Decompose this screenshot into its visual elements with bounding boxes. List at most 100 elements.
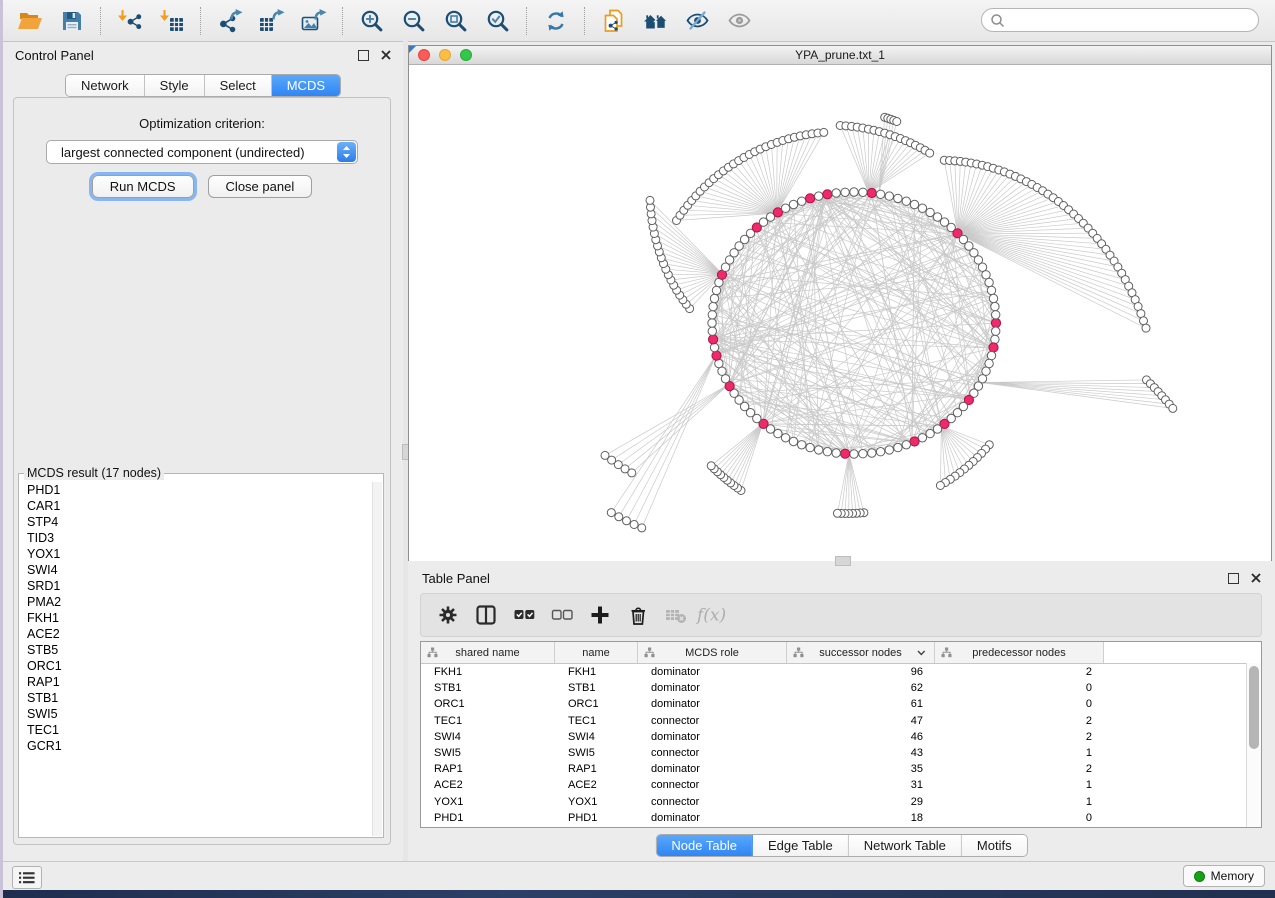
cell-successor-nodes[interactable]: 31 xyxy=(787,779,935,791)
cell-predecessor-nodes[interactable]: 2 xyxy=(935,715,1104,727)
cell-MCDS-role[interactable]: dominator xyxy=(638,682,787,694)
table-row[interactable]: TEC1TEC1connector472 xyxy=(421,713,1261,729)
cell-predecessor-nodes[interactable]: 2 xyxy=(935,763,1104,775)
table-row[interactable]: PHD1PHD1dominator180 xyxy=(421,810,1261,826)
cell-shared-name[interactable]: TEC1 xyxy=(421,715,555,727)
save-session-button[interactable] xyxy=(51,4,93,38)
column-header-MCDS-role[interactable]: MCDS role xyxy=(638,642,787,663)
add-column-button[interactable] xyxy=(581,597,619,633)
mcds-node-item[interactable]: ORC1 xyxy=(20,658,372,674)
cell-shared-name[interactable]: FKH1 xyxy=(421,666,555,678)
mcds-result-list[interactable]: PHD1CAR1STP4TID3YOX1SWI4SRD1PMA2FKH1ACE2… xyxy=(20,482,372,836)
cell-name[interactable]: PHD1 xyxy=(555,812,638,824)
mcds-node-item[interactable]: TID3 xyxy=(20,530,372,546)
close-table-panel-icon[interactable] xyxy=(1251,573,1261,583)
export-image-button[interactable] xyxy=(293,4,335,38)
cell-shared-name[interactable]: YOX1 xyxy=(421,796,555,808)
cell-successor-nodes[interactable]: 47 xyxy=(787,715,935,727)
cell-successor-nodes[interactable]: 18 xyxy=(787,812,935,824)
table-tab-node-table[interactable]: Node Table xyxy=(656,835,753,856)
cell-successor-nodes[interactable]: 96 xyxy=(787,666,935,678)
cell-shared-name[interactable]: ACE2 xyxy=(421,779,555,791)
cell-MCDS-role[interactable]: connector xyxy=(638,715,787,727)
cell-predecessor-nodes[interactable]: 2 xyxy=(935,731,1104,743)
cell-successor-nodes[interactable]: 61 xyxy=(787,698,935,710)
apply-layout-button[interactable] xyxy=(535,4,577,38)
zoom-fit-content-button[interactable] xyxy=(435,4,477,38)
zoom-in-button[interactable] xyxy=(351,4,393,38)
hide-selected-button[interactable] xyxy=(677,4,719,38)
zoom-out-button[interactable] xyxy=(393,4,435,38)
optimization-criterion-select[interactable]: largest connected component (undirected) xyxy=(46,140,358,164)
cell-predecessor-nodes[interactable]: 0 xyxy=(935,698,1104,710)
search-input[interactable] xyxy=(1009,12,1258,28)
mcds-node-item[interactable]: YOX1 xyxy=(20,546,372,562)
column-header-shared-name[interactable]: shared name xyxy=(421,642,555,663)
network-window-titlebar[interactable]: YPA_prune.txt_1 xyxy=(409,46,1271,65)
cell-shared-name[interactable]: ORC1 xyxy=(421,698,555,710)
tab-select[interactable]: Select xyxy=(205,75,272,96)
mcds-node-item[interactable]: STB1 xyxy=(20,690,372,706)
cell-MCDS-role[interactable]: connector xyxy=(638,747,787,759)
table-settings-button[interactable] xyxy=(429,597,467,633)
cell-MCDS-role[interactable]: connector xyxy=(638,779,787,791)
import-table-button[interactable] xyxy=(151,4,193,38)
export-network-button[interactable] xyxy=(209,4,251,38)
cell-MCDS-role[interactable]: dominator xyxy=(638,698,787,710)
cell-name[interactable]: FKH1 xyxy=(555,666,638,678)
cell-name[interactable]: YOX1 xyxy=(555,796,638,808)
cell-MCDS-role[interactable]: dominator xyxy=(638,731,787,743)
memory-button[interactable]: Memory xyxy=(1183,865,1265,887)
cell-successor-nodes[interactable]: 29 xyxy=(787,796,935,808)
table-row[interactable]: STB1STB1dominator620 xyxy=(421,680,1261,696)
search-box[interactable] xyxy=(981,8,1259,32)
mcds-node-item[interactable]: RAP1 xyxy=(20,674,372,690)
mcds-node-item[interactable]: SWI4 xyxy=(20,562,372,578)
cell-shared-name[interactable]: SWI5 xyxy=(421,747,555,759)
cell-successor-nodes[interactable]: 62 xyxy=(787,682,935,694)
table-row[interactable]: ORC1ORC1dominator610 xyxy=(421,696,1261,712)
cell-shared-name[interactable]: PHD1 xyxy=(421,812,555,824)
run-mcds-button[interactable]: Run MCDS xyxy=(92,175,194,198)
delete-column-button[interactable] xyxy=(619,597,657,633)
table-row[interactable]: SWI4SWI4dominator462 xyxy=(421,729,1261,745)
table-tab-edge-table[interactable]: Edge Table xyxy=(753,835,849,856)
float-panel-icon[interactable] xyxy=(358,50,369,61)
table-row[interactable]: FKH1FKH1dominator962 xyxy=(421,664,1261,680)
cell-predecessor-nodes[interactable]: 1 xyxy=(935,796,1104,808)
tab-network[interactable]: Network xyxy=(66,75,145,96)
cell-shared-name[interactable]: RAP1 xyxy=(421,763,555,775)
cell-MCDS-role[interactable]: dominator xyxy=(638,763,787,775)
export-table-button[interactable] xyxy=(251,4,293,38)
first-neighbors-button[interactable] xyxy=(635,4,677,38)
cell-name[interactable]: STB1 xyxy=(555,682,638,694)
cell-shared-name[interactable]: SWI4 xyxy=(421,731,555,743)
minimize-window-icon[interactable] xyxy=(439,49,451,61)
table-row[interactable]: ACE2ACE2connector311 xyxy=(421,777,1261,793)
mcds-node-item[interactable]: STP4 xyxy=(20,514,372,530)
table-tab-motifs[interactable]: Motifs xyxy=(962,835,1027,856)
zoom-selected-button[interactable] xyxy=(477,4,519,38)
table-scrollbar-thumb[interactable] xyxy=(1249,666,1259,749)
mcds-node-item[interactable]: PMA2 xyxy=(20,594,372,610)
cell-MCDS-role[interactable]: dominator xyxy=(638,812,787,824)
float-table-panel-icon[interactable] xyxy=(1228,573,1239,584)
cell-name[interactable]: TEC1 xyxy=(555,715,638,727)
close-panel-button[interactable]: Close panel xyxy=(208,175,313,198)
table-row[interactable]: SWI5SWI5connector431 xyxy=(421,745,1261,761)
mcds-node-item[interactable]: SWI5 xyxy=(20,706,372,722)
close-window-icon[interactable] xyxy=(418,49,430,61)
cell-MCDS-role[interactable]: connector xyxy=(638,796,787,808)
mcds-node-item[interactable]: GCR1 xyxy=(20,738,372,754)
deselect-all-columns-button[interactable] xyxy=(543,597,581,633)
close-panel-icon[interactable] xyxy=(381,50,391,60)
cell-shared-name[interactable]: STB1 xyxy=(421,682,555,694)
column-header-name[interactable]: name xyxy=(555,642,638,663)
cell-successor-nodes[interactable]: 35 xyxy=(787,763,935,775)
task-history-button[interactable] xyxy=(12,866,42,889)
mcds-node-item[interactable]: PHD1 xyxy=(20,482,372,498)
network-canvas[interactable] xyxy=(409,65,1271,561)
tab-style[interactable]: Style xyxy=(145,75,205,96)
table-row[interactable]: YOX1YOX1connector291 xyxy=(421,794,1261,810)
mcds-node-item[interactable]: TEC1 xyxy=(20,722,372,738)
